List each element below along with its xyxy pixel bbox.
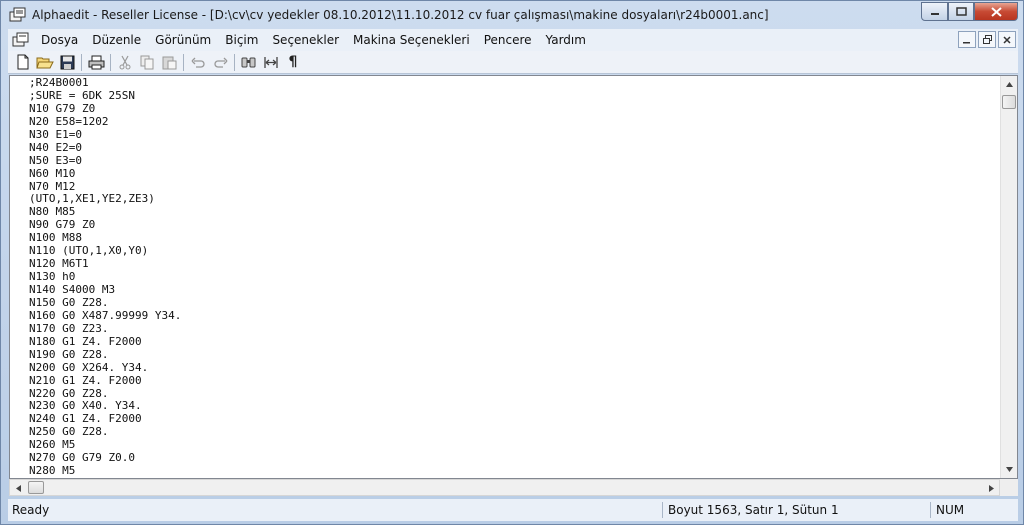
- code-text[interactable]: ;R24B0001 ;SURE = 6DK 25SN N10 G79 Z0 N20 E…: [29, 76, 182, 478]
- horizontal-scroll-thumb[interactable]: [28, 481, 44, 494]
- paste-icon[interactable]: [158, 52, 180, 72]
- doc-close-icon[interactable]: [998, 31, 1016, 48]
- scroll-up-icon[interactable]: [1001, 76, 1017, 93]
- redo-icon[interactable]: [209, 52, 231, 72]
- code-line: N10 G79 Z0: [29, 101, 96, 115]
- maximize-icon[interactable]: [948, 2, 974, 21]
- code-line: N60 M10: [29, 166, 76, 180]
- scroll-right-icon[interactable]: [983, 480, 999, 497]
- menu-makina-secenekleri[interactable]: Makina Seçenekleri: [346, 29, 477, 51]
- undo-icon[interactable]: [187, 52, 209, 72]
- window-title: Alphaedit - Reseller License - [D:\cv\cv…: [32, 8, 769, 22]
- toolbar: ¶: [8, 51, 1018, 74]
- status-num: NUM: [936, 503, 965, 517]
- code-line: N150 G0 Z28.: [29, 295, 109, 309]
- vertical-scrollbar[interactable]: [1000, 76, 1017, 478]
- pilcrow-icon[interactable]: ¶: [282, 52, 304, 72]
- open-folder-icon[interactable]: [34, 52, 56, 72]
- doc-minimize-icon[interactable]: [958, 31, 976, 48]
- code-line: ;SURE = 6DK 25SN: [29, 88, 135, 102]
- code-line: N50 E3=0: [29, 153, 82, 167]
- code-line: N40 E2=0: [29, 140, 82, 154]
- menu-dosya[interactable]: Dosya: [34, 29, 85, 51]
- pilcrow-glyph: ¶: [288, 54, 298, 70]
- code-line: N190 G0 Z28.: [29, 347, 109, 361]
- code-line: N200 G0 X264. Y34.: [29, 360, 149, 374]
- doc-restore-icon[interactable]: [978, 31, 996, 48]
- code-line: N160 G0 X487.99999 Y34.: [29, 308, 182, 322]
- replace-icon[interactable]: [260, 52, 282, 72]
- title-bar[interactable]: Alphaedit - Reseller License - [D:\cv\cv…: [1, 1, 1023, 29]
- code-line: N170 G0 Z23.: [29, 321, 109, 335]
- status-ready: Ready: [12, 503, 50, 517]
- status-position: Boyut 1563, Satır 1, Sütun 1: [668, 503, 839, 517]
- app-window: Alphaedit - Reseller License - [D:\cv\cv…: [0, 0, 1024, 525]
- find-icon[interactable]: [238, 52, 260, 72]
- window-controls: [921, 2, 1018, 21]
- code-line: N180 G1 Z4. F2000: [29, 334, 142, 348]
- code-line: N140 S4000 M3: [29, 283, 116, 296]
- menu-yardim[interactable]: Yardım: [539, 29, 593, 51]
- new-file-icon[interactable]: [12, 52, 34, 72]
- copy-icon[interactable]: [136, 52, 158, 72]
- toolbar-separator: [110, 53, 111, 71]
- cut-icon[interactable]: [114, 52, 136, 72]
- toolbar-separator: [81, 53, 82, 71]
- minimize-icon[interactable]: [921, 2, 948, 21]
- code-line: N210 G1 Z4. F2000: [29, 373, 142, 387]
- close-icon[interactable]: [974, 2, 1018, 21]
- app-icon[interactable]: [9, 7, 27, 23]
- vertical-scroll-thumb[interactable]: [1002, 95, 1016, 109]
- horizontal-scrollbar[interactable]: [9, 479, 1000, 496]
- scroll-left-icon[interactable]: [10, 480, 26, 497]
- status-bar: Ready Boyut 1563, Satır 1, Sütun 1 NUM: [8, 499, 1018, 521]
- scroll-down-icon[interactable]: [1001, 461, 1017, 478]
- menu-secenekler[interactable]: Seçenekler: [265, 29, 346, 51]
- toolbar-separator: [183, 53, 184, 71]
- document-window-controls: [958, 31, 1016, 48]
- menu-bar: Dosya Düzenle Görünüm Biçim Seçenekler M…: [8, 29, 1018, 51]
- code-line: N20 E58=1202: [29, 114, 109, 128]
- menu-duzenle[interactable]: Düzenle: [85, 29, 148, 51]
- scrollbar-corner: [1000, 479, 1018, 496]
- menu-gorunum[interactable]: Görünüm: [148, 29, 218, 51]
- code-line: N30 E1=0: [29, 127, 82, 141]
- code-line: ;R24B0001: [29, 76, 89, 89]
- status-divider: [930, 502, 931, 518]
- toolbar-separator: [234, 53, 235, 71]
- status-divider: [662, 502, 663, 518]
- editor-area[interactable]: ;R24B0001 ;SURE = 6DK 25SN N10 G79 Z0 N20 E…: [9, 75, 1018, 479]
- document-menu-icon[interactable]: [12, 32, 30, 48]
- save-icon[interactable]: [56, 52, 78, 72]
- print-icon[interactable]: [85, 52, 107, 72]
- code-line: N280 M5: [29, 464, 76, 478]
- menu-pencere[interactable]: Pencere: [477, 29, 539, 51]
- menu-bicim[interactable]: Biçim: [218, 29, 265, 51]
